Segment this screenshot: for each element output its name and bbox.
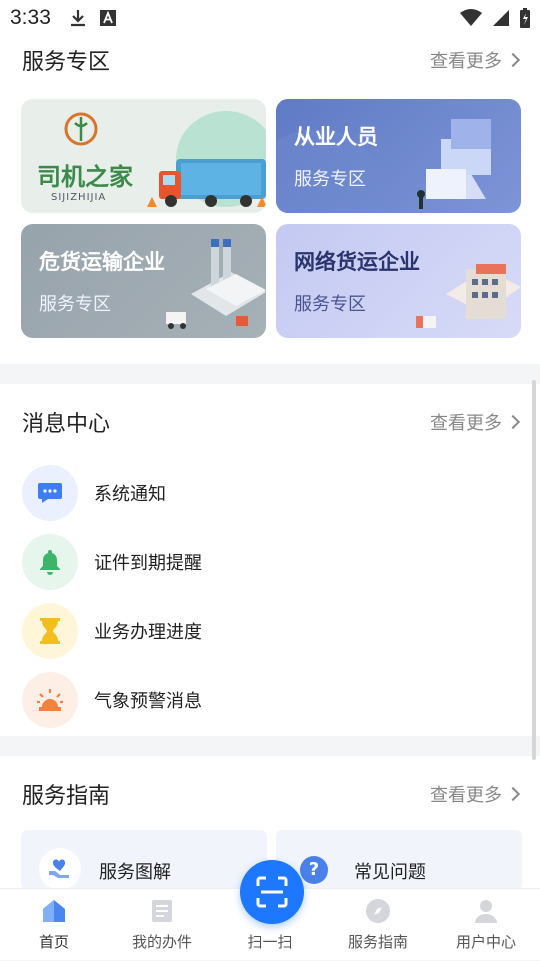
compass-icon <box>366 899 390 923</box>
guide-card-label: 服务图解 <box>99 862 171 883</box>
practitioners-illustration <box>276 119 491 213</box>
wifi-icon <box>460 9 482 26</box>
card-network-freight[interactable]: 网络货运企业 服务专区 <box>276 224 521 338</box>
message-item-label: 业务办理进度 <box>94 622 202 643</box>
message-item-system-notice[interactable]: 系统通知 <box>22 465 166 521</box>
battery-icon <box>520 8 530 28</box>
scan-icon <box>256 876 288 908</box>
driver-home-title: 司机之家 <box>37 163 133 191</box>
user-icon <box>475 900 497 923</box>
guide-card-label: 常见问题 <box>354 862 426 883</box>
question-icon: ? <box>300 856 328 884</box>
text-a-icon <box>99 10 116 26</box>
guide-card-illustrated[interactable]: 服务图解 <box>21 830 267 890</box>
card-driver-home[interactable]: 司机之家 SIJIZHIJIA <box>21 99 266 213</box>
status-time: 3:33 <box>10 6 51 29</box>
service-guide-more-link[interactable]: 查看更多 <box>430 781 521 807</box>
chevron-right-icon <box>505 414 521 430</box>
practitioners-title: 从业人员 <box>294 125 378 149</box>
message-item-cert-expiry[interactable]: 证件到期提醒 <box>22 534 202 590</box>
network-freight-title: 网络货运企业 <box>294 250 420 274</box>
message-item-label: 气象预警消息 <box>94 691 202 712</box>
message-item-label: 系统通知 <box>94 484 166 505</box>
document-icon <box>152 900 172 922</box>
message-center-more-link[interactable]: 查看更多 <box>430 409 521 435</box>
hazardous-transport-title: 危货运输企业 <box>39 250 165 274</box>
network-freight-subtitle: 服务专区 <box>294 294 366 315</box>
tab-home[interactable]: 首页 <box>0 889 108 961</box>
chevron-right-icon <box>505 786 521 802</box>
home-icon <box>43 900 65 922</box>
hourglass-icon <box>22 603 78 659</box>
message-item-label: 证件到期提醒 <box>94 553 202 574</box>
hazardous-transport-illustration <box>166 239 266 329</box>
heart-hand-icon <box>39 848 81 890</box>
card-hazardous-transport[interactable]: 危货运输企业 服务专区 <box>21 224 266 338</box>
status-bar: 3:33 <box>0 0 540 36</box>
alarm-light-icon <box>22 672 78 728</box>
download-icon <box>70 10 85 27</box>
tab-service-guide[interactable]: 服务指南 <box>324 889 432 961</box>
service-zone-title: 服务专区 <box>22 50 111 75</box>
scan-button[interactable] <box>240 860 304 924</box>
tab-user-center[interactable]: 用户中心 <box>432 889 540 961</box>
driver-home-subtitle: SIJIZHIJIA <box>51 192 107 203</box>
service-guide-title: 服务指南 <box>22 784 111 809</box>
hazardous-transport-subtitle: 服务专区 <box>39 294 111 315</box>
tab-my-cases[interactable]: 我的办件 <box>108 889 216 961</box>
message-center-section: 消息中心 查看更多 系统通知 证件到期提醒 业务办理进度 气象预警消息 <box>0 384 540 736</box>
network-freight-illustration <box>416 264 521 328</box>
signal-icon <box>493 10 509 26</box>
chat-bubble-icon <box>22 465 78 521</box>
bell-icon <box>22 534 78 590</box>
scrollbar[interactable] <box>532 380 536 760</box>
message-item-business-progress[interactable]: 业务办理进度 <box>22 603 202 659</box>
guide-card-faq[interactable]: ? 常见问题 <box>276 830 522 890</box>
practitioners-subtitle: 服务专区 <box>294 169 366 190</box>
message-item-weather-alert[interactable]: 气象预警消息 <box>22 672 202 728</box>
message-center-title: 消息中心 <box>22 412 111 437</box>
chevron-right-icon <box>505 52 521 68</box>
service-zone-section: 服务专区 查看更多 司机之家 SIJIZHIJIA 从业人员 服务专区 危货运输… <box>0 36 540 364</box>
service-zone-more-link[interactable]: 查看更多 <box>430 47 521 73</box>
card-practitioners[interactable]: 从业人员 服务专区 <box>276 99 521 213</box>
